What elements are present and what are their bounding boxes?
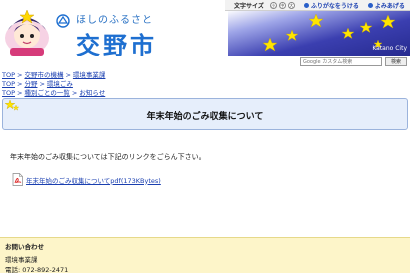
breadcrumb-link[interactable]: 交野市の機構 <box>24 71 63 79</box>
breadcrumb-separator: > <box>17 71 23 79</box>
breadcrumb-link[interactable]: お知らせ <box>79 89 105 97</box>
breadcrumb-separator: > <box>39 80 45 88</box>
pdf-download-link[interactable]: 年末年始のごみ収集についてpdf(173KBytes) <box>26 175 161 185</box>
breadcrumb-link[interactable]: 種別ごとの一覧 <box>24 89 69 97</box>
furigana-link[interactable]: ふりがなをうける <box>303 1 359 10</box>
furigana-icon <box>303 2 309 8</box>
contact-phone: 電話: 072-892-2471 <box>5 266 69 273</box>
breadcrumb-separator: > <box>65 71 71 79</box>
contact-department: 環境事業課 <box>5 256 38 264</box>
utility-bar: 文字サイズ 小 中 大 ふりがなをうける よみあげる <box>225 0 410 11</box>
read-aloud-label: よみあげる <box>374 2 405 10</box>
furigana-label: ふりがなをうける <box>310 2 359 10</box>
page-title: 年末年始のごみ収集について <box>146 112 264 122</box>
breadcrumb-line: TOP > 種別ごとの一覧 > お知らせ <box>2 89 105 98</box>
breadcrumb-link[interactable]: 環境ごみ <box>47 80 73 88</box>
pdf-file-icon <box>12 173 23 186</box>
site-tagline: ほしのふるさと <box>76 15 153 26</box>
breadcrumb-link[interactable]: 分野 <box>24 80 37 88</box>
breadcrumb-link[interactable]: TOP <box>2 80 15 88</box>
site-header: ほしのふるさと 交野市 Katano City 文字サイズ 小 中 大 ふりがな… <box>0 0 410 60</box>
city-crest-icon <box>56 14 70 28</box>
breadcrumbs: TOP > 交野市の機構 > 環境事業課 TOP > 分野 > 環境ごみ TOP > 種別ごとの一覧… <box>2 71 105 98</box>
city-english-name: Katano City <box>372 45 407 52</box>
breadcrumb-separator: > <box>17 80 23 88</box>
mascot-character-icon <box>5 9 49 56</box>
font-size-label: 文字サイズ <box>234 2 264 10</box>
breadcrumb-line: TOP > 交野市の機構 > 環境事業課 <box>2 71 105 80</box>
search-button[interactable]: 検索 <box>385 57 407 66</box>
breadcrumb-line: TOP > 分野 > 環境ごみ <box>2 80 105 89</box>
contact-heading: お問い合わせ <box>5 243 44 251</box>
page-title-box: 年末年始のごみ収集について <box>2 98 408 130</box>
breadcrumb-link[interactable]: TOP <box>2 71 15 79</box>
contact-footer: お問い合わせ 環境事業課 電話: 072-892-2471 <box>0 237 410 273</box>
search-input[interactable] <box>300 57 382 66</box>
font-size-small-button[interactable]: 小 <box>269 1 277 9</box>
breadcrumb-separator: > <box>71 89 78 97</box>
speaker-icon <box>367 2 373 8</box>
font-size-medium-button[interactable]: 中 <box>278 1 286 9</box>
read-aloud-link[interactable]: よみあげる <box>367 1 405 10</box>
font-size-large-button[interactable]: 大 <box>287 1 295 9</box>
breadcrumb-separator: > <box>17 89 23 97</box>
search-bar: 検索 <box>0 56 410 68</box>
lead-text: 年末年始のごみ収集については下記のリンクをごらん下さい。 <box>10 153 206 161</box>
pdf-download-row: 年末年始のごみ収集についてpdf(173KBytes) <box>12 173 161 186</box>
breadcrumb-link[interactable]: 環境事業課 <box>73 71 106 79</box>
breadcrumb-link[interactable]: TOP <box>2 89 15 97</box>
